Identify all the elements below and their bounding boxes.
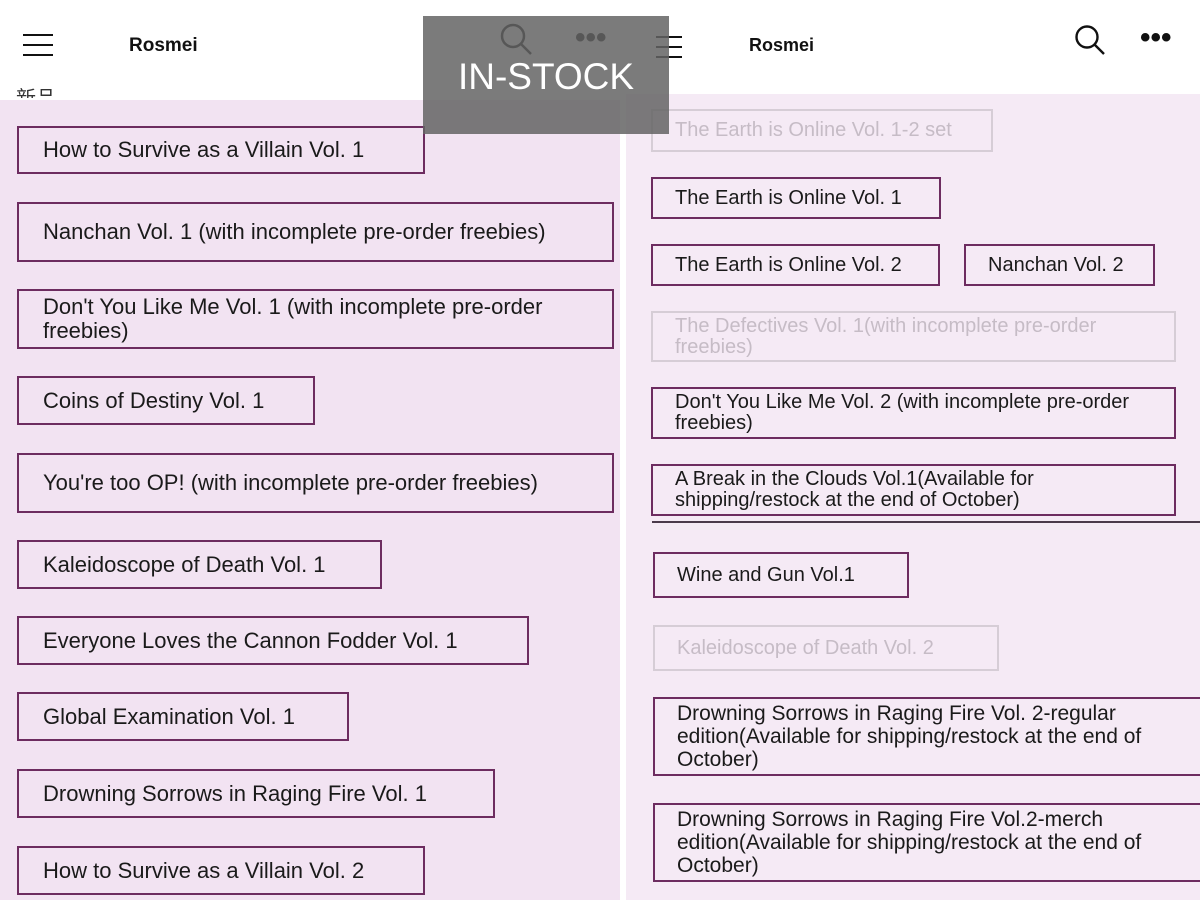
product-item[interactable]: A Break in the Clouds Vol.1(Available fo… (651, 464, 1176, 516)
brand-title: Rosmei (749, 35, 815, 55)
more-dots-icon[interactable]: ••• (1140, 23, 1172, 53)
left-screen: Rosmei ••• 新品 How to Survive as a Villai… (0, 0, 620, 900)
product-item[interactable]: You're too OP! (with incomplete pre-orde… (17, 453, 614, 513)
product-item[interactable]: Global Examination Vol. 1 (17, 692, 349, 741)
product-item[interactable]: Drowning Sorrows in Raging Fire Vol. 2-r… (653, 697, 1200, 776)
product-item-sold-out[interactable]: The Defectives Vol. 1(with incomplete pr… (651, 311, 1176, 362)
search-icon[interactable] (1074, 24, 1106, 61)
product-item[interactable]: Don't You Like Me Vol. 1 (with incomplet… (17, 289, 614, 349)
product-list: The Earth is Online Vol. 1-2 set The Ear… (626, 94, 1200, 900)
product-item-sold-out[interactable]: Kaleidoscope of Death Vol. 2 (653, 625, 999, 671)
right-screen: Rosmei ••• The Earth is Online Vol. 1-2 … (626, 0, 1200, 900)
in-stock-label: IN-STOCK (457, 56, 635, 97)
product-item[interactable]: Kaleidoscope of Death Vol. 1 (17, 540, 382, 589)
product-item[interactable]: How to Survive as a Villain Vol. 2 (17, 846, 425, 895)
product-item[interactable]: The Earth is Online Vol. 2 (651, 244, 940, 286)
product-item[interactable]: Nanchan Vol. 2 (964, 244, 1155, 286)
section-divider (652, 521, 1200, 523)
product-item[interactable]: Drowning Sorrows in Raging Fire Vol.2-me… (653, 803, 1200, 882)
hamburger-menu-icon[interactable] (23, 32, 53, 58)
product-item[interactable]: Everyone Loves the Cannon Fodder Vol. 1 (17, 616, 529, 665)
in-stock-banner: IN-STOCK (423, 16, 669, 134)
product-item[interactable]: Drowning Sorrows in Raging Fire Vol. 1 (17, 769, 495, 818)
product-list: 新品 How to Survive as a Villain Vol. 1 Na… (0, 88, 620, 900)
brand-title: Rosmei (129, 35, 198, 56)
product-item[interactable]: Nanchan Vol. 1 (with incomplete pre-orde… (17, 202, 614, 262)
product-item[interactable]: Don't You Like Me Vol. 2 (with incomplet… (651, 387, 1176, 439)
product-item[interactable]: Coins of Destiny Vol. 1 (17, 376, 315, 425)
product-item-sold-out[interactable]: The Earth is Online Vol. 1-2 set (651, 109, 993, 152)
section-heading-fragment: 新品 (16, 82, 56, 98)
product-item[interactable]: Wine and Gun Vol.1 (653, 552, 909, 598)
right-header: Rosmei ••• (626, 0, 1200, 92)
product-item[interactable]: The Earth is Online Vol. 1 (651, 177, 941, 219)
product-item[interactable]: How to Survive as a Villain Vol. 1 (17, 126, 425, 174)
